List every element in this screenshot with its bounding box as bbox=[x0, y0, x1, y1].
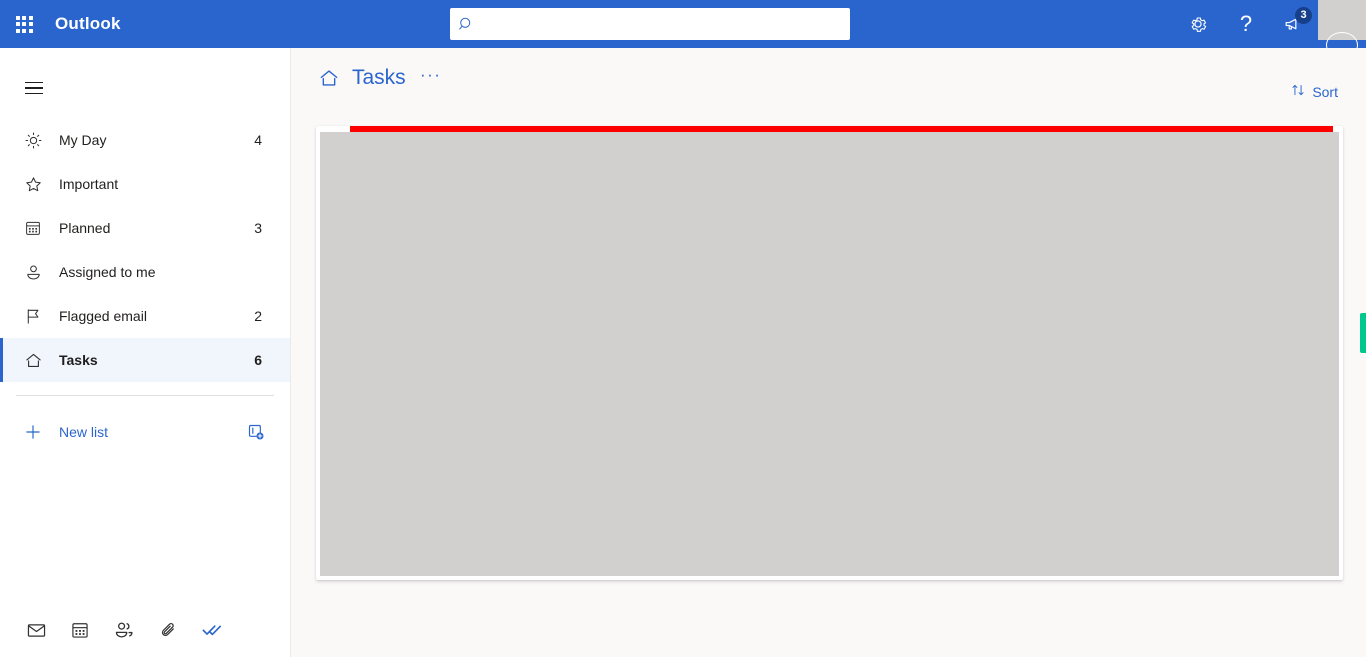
page-title-group: Tasks ··· bbox=[316, 65, 444, 91]
help-button[interactable]: ? bbox=[1222, 0, 1270, 48]
sidebar-item-tasks[interactable]: Tasks 6 bbox=[0, 338, 290, 382]
sidebar-item-assigned-to-me[interactable]: Assigned to me bbox=[0, 250, 290, 294]
page-title: Tasks bbox=[352, 66, 406, 89]
new-group-button[interactable] bbox=[240, 416, 272, 448]
sidebar-item-count: 3 bbox=[254, 220, 262, 236]
sidebar-item-count: 2 bbox=[254, 308, 262, 324]
sidebar-nav-list: My Day 4 Important Planned 3 Assigned to… bbox=[0, 118, 290, 382]
star-icon bbox=[22, 173, 44, 195]
new-list-button[interactable]: New list bbox=[0, 410, 290, 454]
sun-icon bbox=[22, 129, 44, 151]
sidebar-item-my-day[interactable]: My Day 4 bbox=[0, 118, 290, 162]
main-header: Tasks ··· Sort bbox=[291, 48, 1366, 108]
person-icon bbox=[22, 261, 44, 283]
sidebar-item-important[interactable]: Important bbox=[0, 162, 290, 206]
home-icon bbox=[22, 349, 44, 371]
settings-button[interactable] bbox=[1174, 0, 1222, 48]
app-switch-people[interactable] bbox=[102, 608, 146, 652]
suite-header-bar: Outlook ? 3 bbox=[0, 0, 1366, 48]
calendar-icon bbox=[22, 217, 44, 239]
new-list-label: New list bbox=[59, 424, 109, 440]
app-switcher-bar bbox=[0, 603, 291, 657]
avatar[interactable] bbox=[1318, 0, 1366, 48]
double-check-icon bbox=[202, 625, 222, 636]
edge-indicator[interactable] bbox=[1360, 313, 1366, 353]
sidebar-item-label: Important bbox=[59, 176, 119, 192]
search-input[interactable] bbox=[482, 9, 850, 39]
sidebar-item-label: Tasks bbox=[59, 352, 98, 368]
sort-button[interactable]: Sort bbox=[1290, 82, 1338, 101]
sort-label: Sort bbox=[1312, 83, 1338, 100]
search-icon bbox=[450, 8, 482, 40]
notification-badge: 3 bbox=[1295, 7, 1312, 24]
search-box[interactable] bbox=[450, 8, 850, 40]
sidebar-item-count: 4 bbox=[254, 132, 262, 148]
task-list-placeholder bbox=[320, 132, 1339, 576]
sidebar-item-label: My Day bbox=[59, 132, 107, 148]
sidebar-divider bbox=[16, 395, 274, 396]
paperclip-icon bbox=[161, 622, 174, 636]
app-switch-todo[interactable] bbox=[190, 608, 234, 652]
app-switch-mail[interactable] bbox=[14, 608, 58, 652]
app-switch-calendar[interactable] bbox=[58, 608, 102, 652]
calendar-icon bbox=[72, 623, 88, 638]
main-content-area: Tasks ··· Sort bbox=[291, 48, 1366, 657]
waffle-grid-icon bbox=[15, 15, 33, 33]
sort-arrows-icon bbox=[1290, 82, 1306, 101]
people-icon bbox=[115, 622, 133, 638]
gear-icon bbox=[1191, 17, 1207, 32]
more-options-button[interactable]: ··· bbox=[418, 65, 444, 91]
sidebar-item-label: Planned bbox=[59, 220, 111, 236]
hamburger-icon bbox=[25, 78, 43, 99]
app-switch-files[interactable] bbox=[146, 608, 190, 652]
notifications-button[interactable]: 3 bbox=[1270, 0, 1318, 48]
suite-actions: ? 3 bbox=[1174, 0, 1366, 48]
sidebar-item-label: Flagged email bbox=[59, 308, 147, 324]
flag-icon bbox=[22, 305, 44, 327]
task-list-card[interactable] bbox=[316, 126, 1343, 580]
sidebar: My Day 4 Important Planned 3 Assigned to… bbox=[0, 48, 291, 657]
question-mark-icon: ? bbox=[1239, 11, 1253, 36]
sidebar-item-flagged-email[interactable]: Flagged email 2 bbox=[0, 294, 290, 338]
sidebar-item-count: 6 bbox=[254, 352, 262, 368]
sidebar-item-planned[interactable]: Planned 3 bbox=[0, 206, 290, 250]
sidebar-item-label: Assigned to me bbox=[59, 264, 156, 280]
plus-icon bbox=[22, 421, 44, 443]
home-icon bbox=[316, 65, 342, 91]
mail-icon bbox=[27, 623, 45, 637]
new-group-icon bbox=[248, 424, 264, 440]
brand-title: Outlook bbox=[55, 14, 121, 33]
app-launcher-button[interactable] bbox=[0, 0, 48, 48]
sidebar-toggle-button[interactable] bbox=[14, 68, 54, 108]
